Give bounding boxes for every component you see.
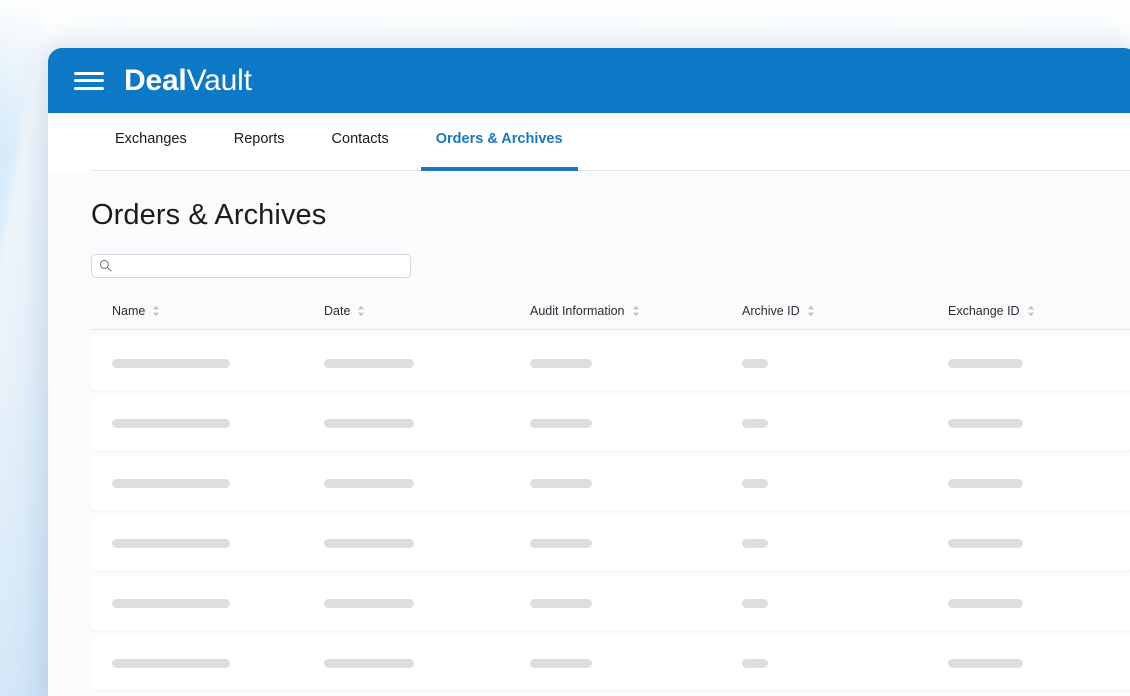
table-cell xyxy=(324,418,530,428)
skeleton-placeholder-bar xyxy=(948,598,1023,608)
column-header-exchange-id[interactable]: Exchange ID xyxy=(948,304,1130,318)
table-cell xyxy=(742,478,948,488)
search-field xyxy=(91,254,411,278)
table-cell xyxy=(324,478,530,488)
skeleton-placeholder-bar xyxy=(530,358,592,368)
table-cell xyxy=(112,598,324,608)
skeleton-placeholder-bar xyxy=(742,478,768,488)
table-cell xyxy=(324,358,530,368)
skeleton-placeholder-bar xyxy=(530,478,592,488)
column-header-audit-information-label: Audit Information xyxy=(530,304,625,318)
table-cell xyxy=(530,598,742,608)
skeleton-placeholder-bar xyxy=(948,478,1023,488)
table-cell xyxy=(742,538,948,548)
table-cell xyxy=(742,658,948,668)
tab-contacts[interactable]: Contacts xyxy=(317,113,404,171)
column-header-archive-id[interactable]: Archive ID xyxy=(742,304,948,318)
primary-navigation-tabs: Exchanges Reports Contacts Orders & Arch… xyxy=(48,113,1130,171)
table-cell xyxy=(112,418,324,428)
skeleton-placeholder-bar xyxy=(948,418,1023,428)
table-cell xyxy=(112,658,324,668)
sort-arrows-icon xyxy=(632,305,639,317)
table-cell xyxy=(530,358,742,368)
skeleton-placeholder-bar xyxy=(112,358,230,368)
skeleton-placeholder-bar xyxy=(948,358,1023,368)
skeleton-placeholder-bar xyxy=(742,658,768,668)
table-cell xyxy=(530,478,742,488)
hamburger-icon[interactable] xyxy=(74,70,104,92)
skeleton-placeholder-bar xyxy=(324,358,414,368)
table-row[interactable] xyxy=(91,456,1130,510)
column-header-date-label: Date xyxy=(324,304,351,318)
column-header-archive-id-label: Archive ID xyxy=(742,304,800,318)
skeleton-placeholder-bar xyxy=(948,538,1023,548)
table-row[interactable] xyxy=(91,336,1130,390)
skeleton-placeholder-bar xyxy=(742,358,768,368)
skeleton-placeholder-bar xyxy=(324,538,414,548)
skeleton-placeholder-bar xyxy=(324,598,414,608)
page-title: Orders & Archives xyxy=(91,199,327,231)
skeleton-placeholder-bar xyxy=(112,538,230,548)
table-cell xyxy=(742,598,948,608)
table-cell xyxy=(948,538,1130,548)
sort-arrows-icon xyxy=(807,305,814,317)
tab-reports[interactable]: Reports xyxy=(219,113,300,171)
main-content: Orders & Archives Name Date Audit Inform… xyxy=(48,171,1130,696)
table-cell xyxy=(948,478,1130,488)
skeleton-placeholder-bar xyxy=(530,538,592,548)
app-header-bar: DealVault xyxy=(48,48,1130,113)
table-cell xyxy=(948,658,1130,668)
table-row[interactable] xyxy=(91,576,1130,630)
skeleton-placeholder-bar xyxy=(324,658,414,668)
search-input[interactable] xyxy=(91,254,411,278)
column-header-name-label: Name xyxy=(112,304,146,318)
table-cell xyxy=(112,478,324,488)
column-header-name[interactable]: Name xyxy=(112,304,324,318)
column-header-audit-information[interactable]: Audit Information xyxy=(530,304,742,318)
table-cell xyxy=(530,418,742,428)
skeleton-placeholder-bar xyxy=(530,598,592,608)
skeleton-placeholder-bar xyxy=(948,658,1023,668)
table-cell xyxy=(948,418,1130,428)
skeleton-placeholder-bar xyxy=(530,658,592,668)
table-row[interactable] xyxy=(91,516,1130,570)
column-header-exchange-id-label: Exchange ID xyxy=(948,304,1020,318)
table-header-row: Name Date Audit Information Archive ID E… xyxy=(91,304,1130,330)
table-cell xyxy=(112,538,324,548)
skeleton-placeholder-bar xyxy=(742,418,768,428)
table-cell xyxy=(324,598,530,608)
table-cell xyxy=(742,358,948,368)
skeleton-placeholder-bar xyxy=(112,478,230,488)
skeleton-placeholder-bar xyxy=(742,598,768,608)
table-cell xyxy=(742,418,948,428)
table-cell xyxy=(324,658,530,668)
table-cell xyxy=(530,658,742,668)
skeleton-placeholder-bar xyxy=(112,598,230,608)
table-cell xyxy=(948,598,1130,608)
skeleton-placeholder-bar xyxy=(324,418,414,428)
table-cell xyxy=(948,358,1130,368)
table-cell xyxy=(112,358,324,368)
column-header-date[interactable]: Date xyxy=(324,304,530,318)
brand-name-strong: Deal xyxy=(124,63,187,97)
sort-arrows-icon xyxy=(153,305,160,317)
tab-orders-and-archives[interactable]: Orders & Archives xyxy=(420,113,578,171)
sort-arrows-icon xyxy=(1027,305,1034,317)
skeleton-placeholder-bar xyxy=(112,418,230,428)
table-row[interactable] xyxy=(91,636,1130,690)
orders-archives-table: Name Date Audit Information Archive ID E… xyxy=(91,304,1130,690)
skeleton-placeholder-bar xyxy=(742,538,768,548)
skeleton-placeholder-bar xyxy=(112,658,230,668)
app-window: DealVault Exchanges Reports Contacts Ord… xyxy=(48,48,1130,696)
brand-logo: DealVault xyxy=(124,63,252,97)
skeleton-placeholder-bar xyxy=(324,478,414,488)
tab-exchanges[interactable]: Exchanges xyxy=(100,113,202,171)
table-body-loading-skeleton xyxy=(91,336,1130,690)
brand-name-light: Vault xyxy=(186,63,252,97)
skeleton-placeholder-bar xyxy=(530,418,592,428)
sort-arrows-icon xyxy=(358,305,365,317)
table-cell xyxy=(530,538,742,548)
table-cell xyxy=(324,538,530,548)
table-row[interactable] xyxy=(91,396,1130,450)
